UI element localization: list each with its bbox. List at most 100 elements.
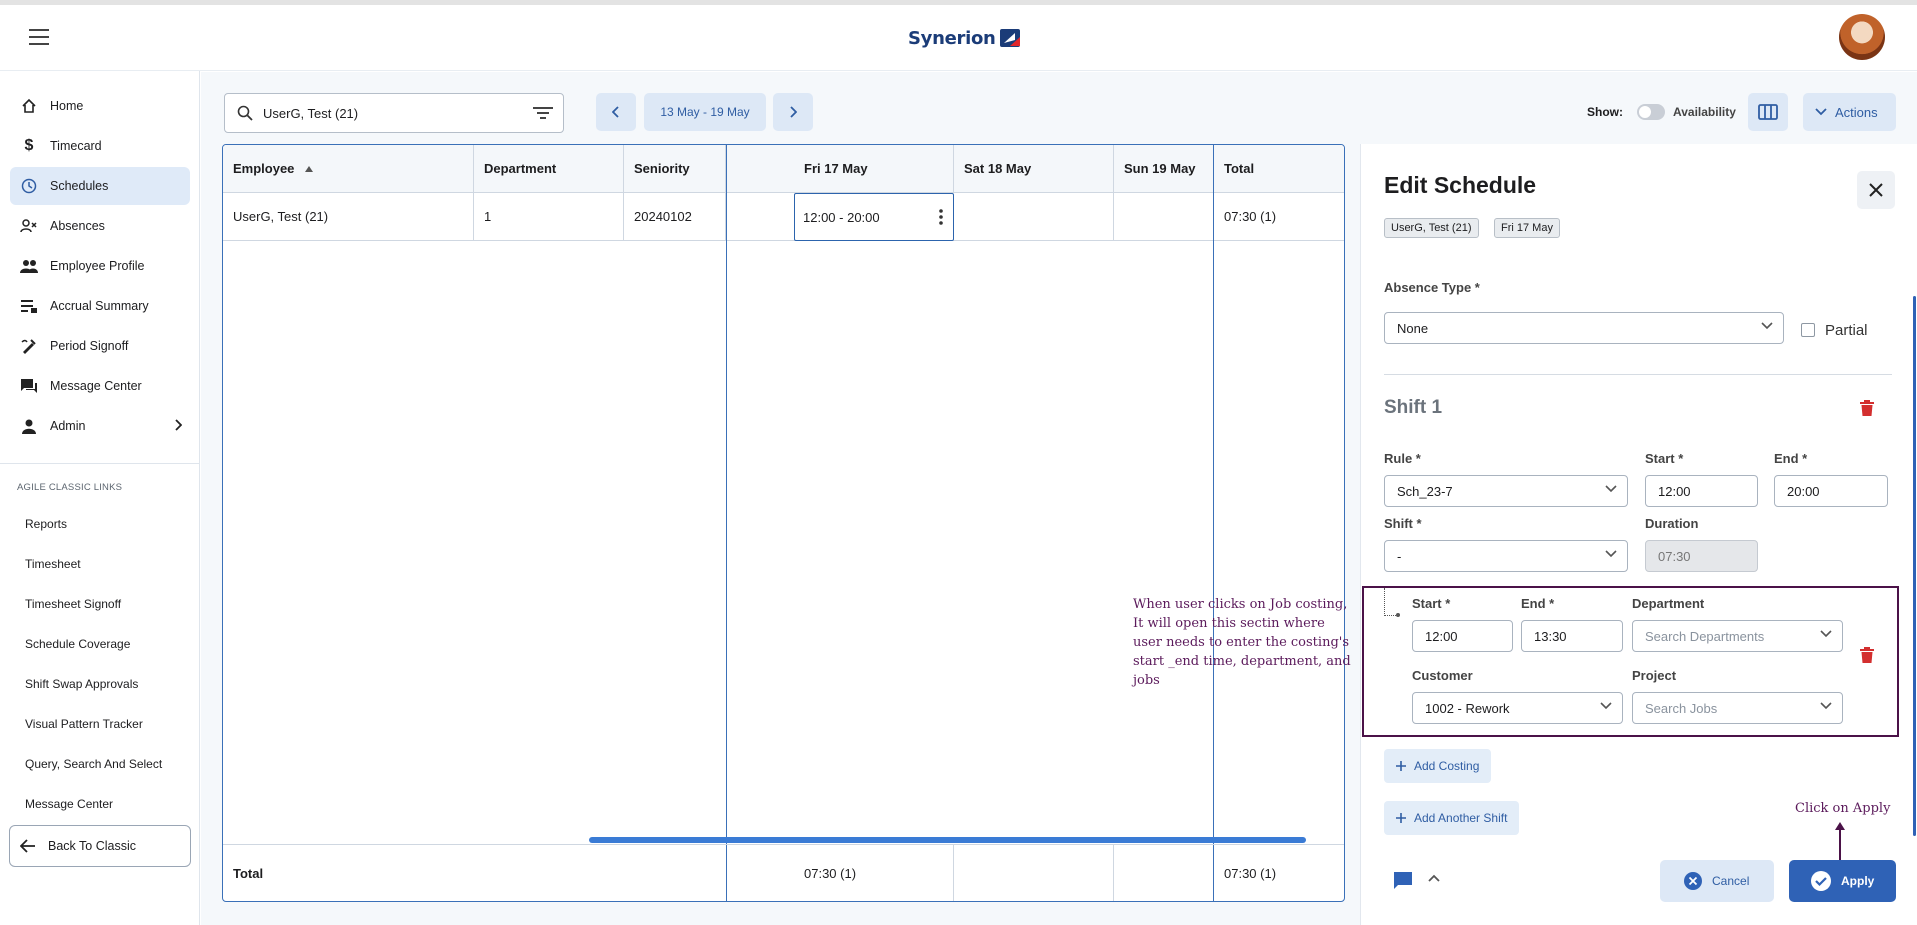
chevron-down-icon: [1820, 630, 1832, 638]
availability-toggle[interactable]: [1637, 104, 1665, 120]
link-query-search-select[interactable]: Query, Search And Select: [25, 757, 162, 771]
column-view-button[interactable]: [1748, 93, 1788, 131]
employee-chip: UserG, Test (21): [1384, 218, 1479, 238]
link-timesheet-signoff[interactable]: Timesheet Signoff: [25, 597, 121, 611]
table-row[interactable]: UserG, Test (21) 1 20240102 07:30 (1): [223, 193, 1344, 241]
sidebar-item-message-center[interactable]: Message Center: [10, 367, 190, 405]
cancel-button[interactable]: Cancel: [1660, 860, 1774, 902]
annotation-arrow-icon: [1835, 822, 1845, 862]
delete-shift-icon[interactable]: [1860, 400, 1878, 418]
people-icon: [20, 257, 38, 275]
absence-type-value: None: [1397, 320, 1429, 336]
shift-label: Shift *: [1384, 516, 1422, 531]
link-timesheet[interactable]: Timesheet: [25, 557, 81, 571]
project-search-select[interactable]: Search Jobs: [1632, 692, 1843, 724]
shift-value: -: [1397, 548, 1402, 564]
hamburger-menu-icon[interactable]: [28, 27, 52, 47]
link-message-center[interactable]: Message Center: [25, 797, 113, 811]
column-header-fri-17-may[interactable]: Fri 17 May: [794, 145, 954, 192]
sidebar-item-admin[interactable]: Admin: [10, 407, 190, 445]
costing-start-label: Start *: [1412, 596, 1451, 611]
sidebar-item-timecard[interactable]: $ Timecard: [10, 127, 190, 165]
filter-icon[interactable]: [533, 105, 553, 121]
link-visual-pattern-tracker[interactable]: Visual Pattern Tracker: [25, 717, 143, 731]
absence-type-select[interactable]: None: [1384, 312, 1784, 344]
columns-icon: [1758, 104, 1778, 120]
column-header-department[interactable]: Department: [474, 145, 624, 192]
project-label: Project: [1632, 668, 1677, 683]
column-header-employee[interactable]: Employee: [223, 145, 474, 192]
employee-search-input[interactable]: UserG, Test (21): [224, 93, 564, 133]
sidebar-item-home[interactable]: Home: [10, 87, 190, 125]
partial-checkbox[interactable]: [1801, 323, 1815, 337]
costing-department-label: Department: [1632, 596, 1705, 611]
column-header-sat-18-may[interactable]: Sat 18 May: [954, 145, 1114, 192]
availability-label: Availability: [1673, 105, 1736, 119]
actions-button[interactable]: Actions: [1803, 93, 1896, 131]
link-reports[interactable]: Reports: [25, 517, 67, 531]
shift-cell-fri[interactable]: 12:00 - 20:00: [794, 193, 954, 241]
customer-select[interactable]: 1002 - Rework: [1412, 692, 1623, 724]
sidebar-item-schedules[interactable]: Schedules: [10, 167, 190, 205]
sidebar-item-label: Home: [50, 99, 84, 113]
cell-sun[interactable]: [1114, 193, 1214, 240]
signoff-icon: [20, 337, 38, 355]
rule-select[interactable]: Sch_23-7: [1384, 475, 1628, 507]
costing-end-input[interactable]: 13:30: [1521, 620, 1623, 652]
horizontal-scrollbar[interactable]: [589, 837, 1306, 843]
chevron-up-icon[interactable]: [1428, 874, 1440, 882]
comment-icon[interactable]: [1393, 871, 1413, 889]
person-icon: [20, 417, 38, 435]
end-time-input[interactable]: 20:00: [1774, 475, 1888, 507]
start-time-input[interactable]: 12:00: [1645, 475, 1758, 507]
total-column-divider: [1213, 145, 1214, 901]
column-header-seniority[interactable]: Seniority: [624, 145, 726, 192]
sidebar-item-label: Admin: [50, 419, 86, 433]
costing-start-input[interactable]: 12:00: [1412, 620, 1513, 652]
date-range-button[interactable]: 13 May - 19 May: [644, 93, 766, 131]
chevron-down-icon: [1761, 322, 1773, 330]
cell-sat[interactable]: [954, 193, 1114, 240]
footer-grand-total: 07:30 (1): [1224, 866, 1277, 881]
sidebar-item-accrual-summary[interactable]: Accrual Summary: [10, 287, 190, 325]
sidebar-item-employee-profile[interactable]: Employee Profile: [10, 247, 190, 285]
add-costing-button[interactable]: Add Costing: [1384, 749, 1492, 783]
panel-scrollbar[interactable]: [1913, 296, 1916, 836]
chevron-left-icon: [612, 106, 620, 118]
apply-button[interactable]: Apply: [1789, 860, 1896, 902]
footer-total-label: Total: [233, 866, 264, 881]
link-shift-swap-approvals[interactable]: Shift Swap Approvals: [25, 677, 138, 691]
chat-icon: [20, 377, 38, 395]
department-search-select[interactable]: Search Departments: [1632, 620, 1843, 652]
column-header-sun-19-may[interactable]: Sun 19 May: [1114, 145, 1214, 192]
add-shift-label: Add Another Shift: [1414, 811, 1508, 825]
costing-end-label: End *: [1521, 596, 1555, 611]
costing-annotation: When user clicks on Job costing, It will…: [1133, 597, 1351, 688]
sidebar-item-label: Message Center: [50, 379, 142, 393]
previous-week-button[interactable]: [596, 93, 636, 131]
sidebar-item-label: Schedules: [50, 179, 109, 193]
sidebar-item-label: Accrual Summary: [50, 299, 149, 313]
sidebar-item-absences[interactable]: Absences: [10, 207, 190, 245]
back-to-classic-label: Back To Classic: [48, 839, 136, 853]
customer-label: Customer: [1412, 668, 1473, 683]
plus-icon: [1396, 761, 1406, 771]
schedule-grid: Employee Department Seniority Fri 17 May…: [222, 144, 1345, 902]
sidebar-item-label: Timecard: [50, 139, 102, 153]
costing-connector-dot: [1396, 613, 1400, 617]
actions-label: Actions: [1835, 104, 1878, 120]
chevron-down-icon: [1605, 485, 1617, 493]
close-panel-button[interactable]: [1857, 171, 1895, 209]
chevron-right-icon: [174, 419, 182, 431]
check-circle-icon: [1811, 871, 1831, 891]
more-vertical-icon[interactable]: [939, 209, 943, 225]
add-another-shift-button[interactable]: Add Another Shift: [1384, 801, 1520, 835]
sidebar-item-period-signoff[interactable]: Period Signoff: [10, 327, 190, 365]
back-to-classic-button[interactable]: Back To Classic: [9, 825, 191, 867]
user-avatar[interactable]: [1839, 14, 1885, 60]
next-week-button[interactable]: [773, 93, 813, 131]
delete-costing-icon[interactable]: [1860, 647, 1878, 665]
shift-select[interactable]: -: [1384, 540, 1628, 572]
link-schedule-coverage[interactable]: Schedule Coverage: [25, 637, 130, 651]
rule-value: Sch_23-7: [1397, 483, 1453, 499]
